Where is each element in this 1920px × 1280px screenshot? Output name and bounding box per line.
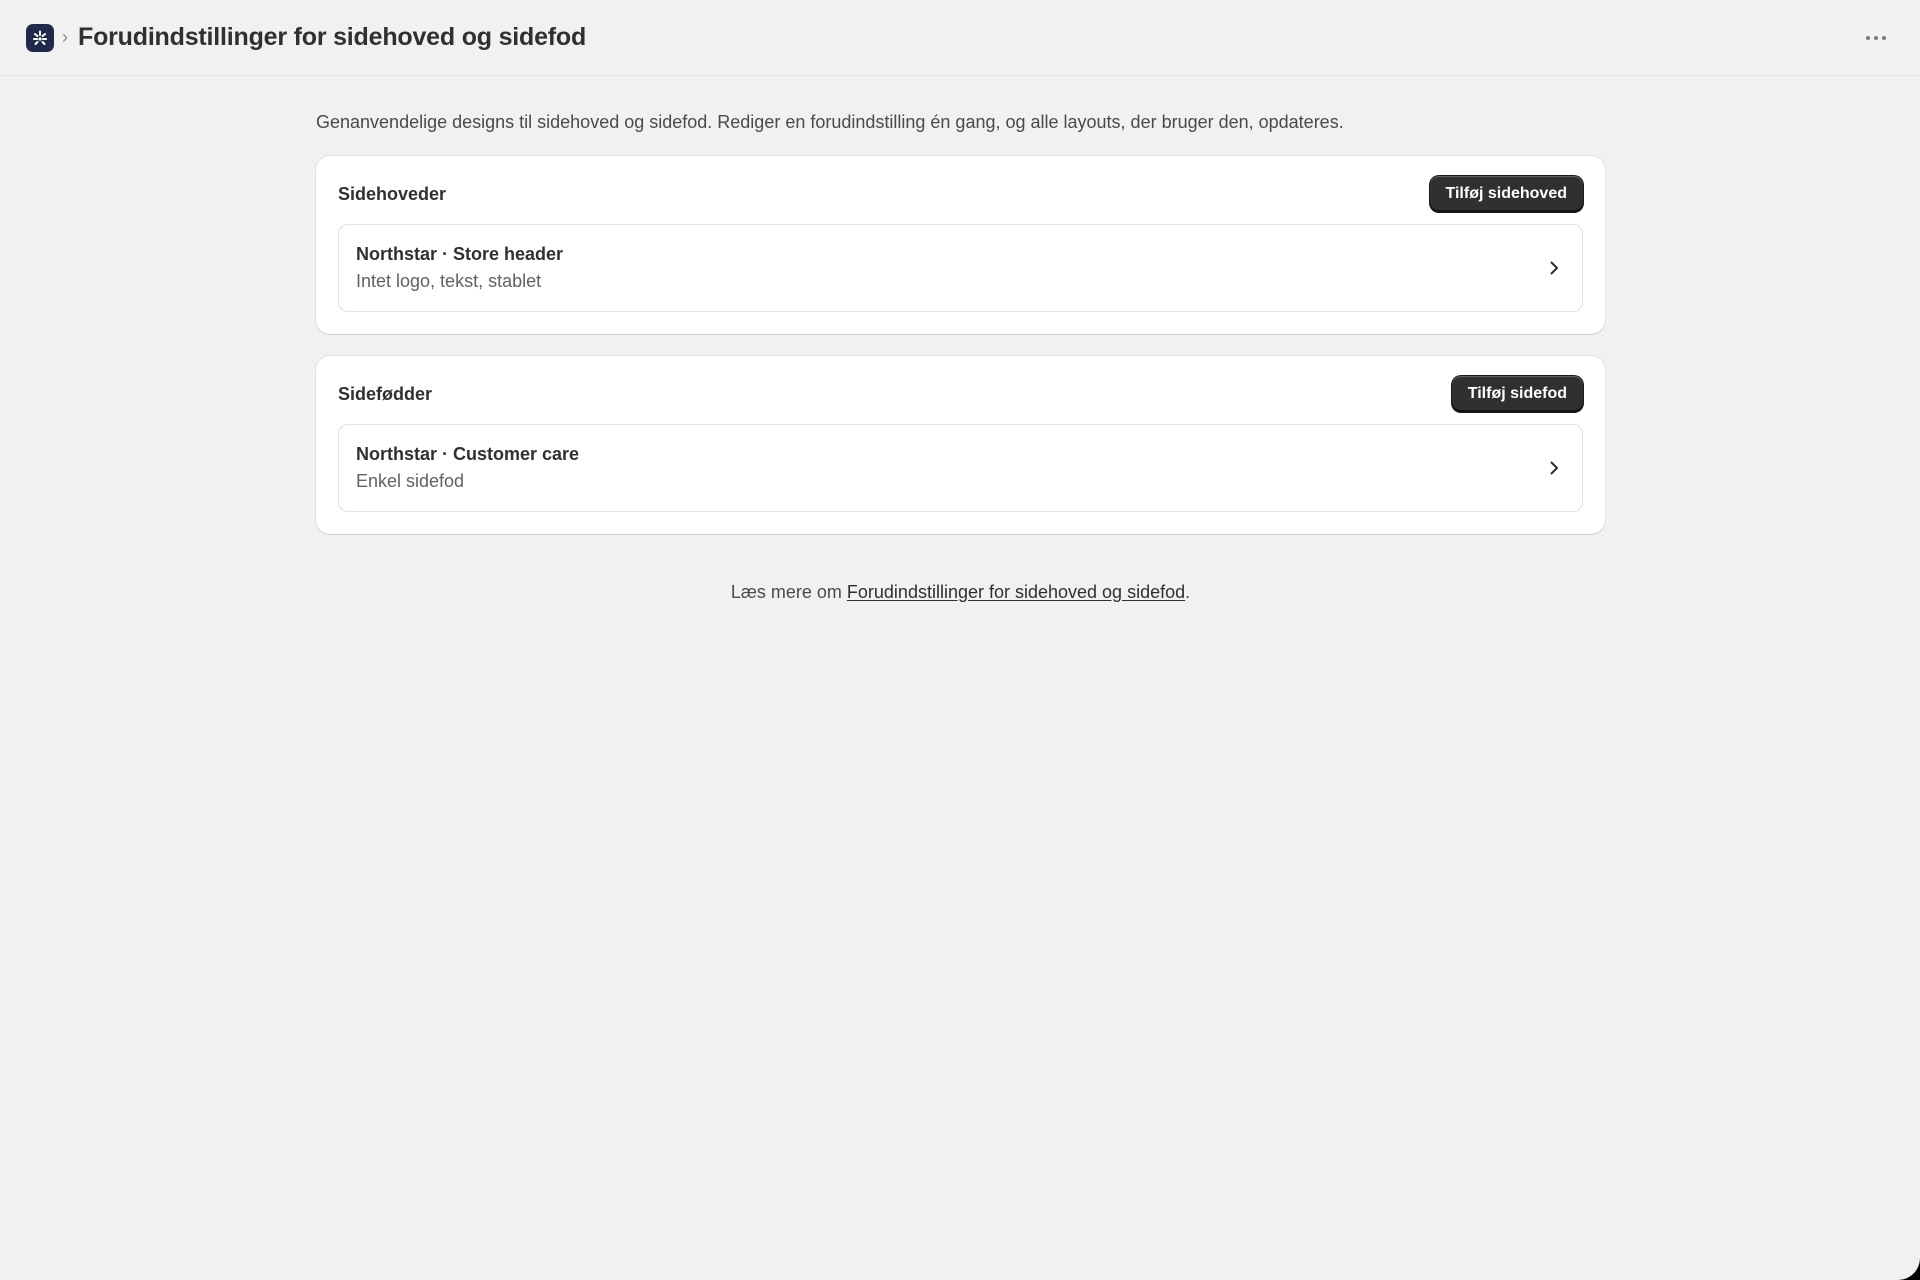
preset-subtitle: Enkel sidefod bbox=[356, 471, 465, 491]
footers-card: Sidefødder Tilføj sidefod Northstar · Cu… bbox=[316, 356, 1605, 534]
app-window: › Forudindstillinger for sidehoved og si… bbox=[0, 0, 1920, 1280]
headers-card-header: Sidehoveder Tilføj sidehoved bbox=[338, 176, 1583, 212]
preset-name: Northstar · Store header bbox=[356, 244, 564, 264]
footers-section-title: Sidefødder bbox=[338, 383, 433, 404]
chevron-right-icon bbox=[1542, 456, 1566, 480]
header-preset-item[interactable]: Northstar · Store header Intet logo, tek… bbox=[338, 224, 1583, 312]
more-actions-button[interactable] bbox=[1858, 20, 1894, 56]
page-title: Forudindstillinger for sidehoved og side… bbox=[78, 23, 587, 51]
breadcrumb-separator: › bbox=[62, 27, 68, 47]
headers-section-title: Sidehoveder bbox=[338, 183, 447, 204]
preset-name: Northstar · Customer care bbox=[356, 444, 580, 464]
main-content: Genanvendelige designs til sidehoved og … bbox=[316, 110, 1605, 603]
preset-subtitle: Intet logo, tekst, stablet bbox=[356, 271, 542, 291]
help-text: Læs mere om Forudindstillinger for sideh… bbox=[316, 582, 1605, 603]
chevron-right-icon bbox=[1542, 256, 1566, 280]
preset-text: Northstar · Customer care Enkel sidefod bbox=[356, 442, 579, 494]
help-link[interactable]: Forudindstillinger for sidehoved og side… bbox=[847, 582, 1185, 602]
help-suffix: . bbox=[1185, 582, 1191, 602]
help-prefix: Læs mere om bbox=[730, 582, 847, 602]
add-header-button[interactable]: Tilføj sidehoved bbox=[1429, 176, 1583, 212]
page-description: Genanvendelige designs til sidehoved og … bbox=[316, 112, 1344, 132]
footer-preset-item[interactable]: Northstar · Customer care Enkel sidefod bbox=[338, 424, 1583, 512]
more-horizontal-icon bbox=[1866, 35, 1886, 40]
app-logo-icon[interactable] bbox=[26, 23, 54, 52]
preset-text: Northstar · Store header Intet logo, tek… bbox=[356, 242, 563, 294]
top-bar: › Forudindstillinger for sidehoved og si… bbox=[0, 0, 1920, 76]
headers-card: Sidehoveder Tilføj sidehoved Northstar ·… bbox=[316, 156, 1605, 334]
footers-card-header: Sidefødder Tilføj sidefod bbox=[338, 376, 1583, 412]
add-footer-button[interactable]: Tilføj sidefod bbox=[1451, 376, 1583, 412]
